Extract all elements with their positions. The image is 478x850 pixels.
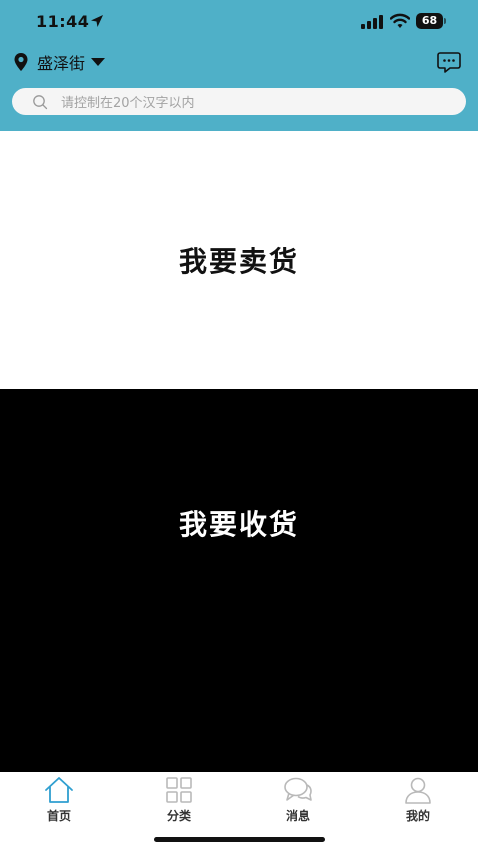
tab-mine-label: 我的 (405, 809, 430, 823)
cellular-signal-icon (361, 15, 383, 29)
sell-goods-label: 我要卖货 (178, 245, 299, 278)
home-indicator (154, 837, 325, 842)
tab-category[interactable]: 分类 (139, 776, 219, 824)
tab-home[interactable]: 首页 (19, 776, 99, 824)
status-time: 11:44 (36, 12, 90, 31)
chat-bubbles-icon (284, 777, 312, 801)
tab-messages-label: 消息 (285, 809, 310, 823)
tab-category-label: 分类 (166, 809, 191, 823)
location-name: 盛泽街 (37, 54, 86, 73)
location-arrow-icon (91, 15, 103, 27)
location-selector[interactable]: 盛泽街 (13, 50, 106, 74)
tab-mine[interactable]: 我的 (378, 776, 458, 824)
home-icon (45, 777, 73, 803)
tab-home-label: 首页 (46, 809, 71, 823)
app-header: 11:44 68 盛泽街 请控制在20个汉字以内 (0, 0, 478, 131)
battery-icon: 68 (416, 13, 446, 30)
battery-level: 68 (416, 13, 443, 29)
caret-down-icon (91, 58, 106, 66)
tab-messages[interactable]: 消息 (258, 776, 338, 824)
search-icon (33, 94, 48, 109)
receive-goods-button[interactable]: 我要收货 (0, 389, 478, 772)
grid-icon (166, 777, 192, 803)
map-pin-icon (14, 53, 28, 71)
search-input[interactable]: 请控制在20个汉字以内 (61, 92, 195, 111)
wifi-icon (390, 13, 410, 28)
search-bar[interactable]: 请控制在20个汉字以内 (12, 88, 466, 115)
message-icon[interactable] (437, 51, 461, 73)
receive-goods-label: 我要收货 (178, 508, 299, 541)
sell-goods-button[interactable]: 我要卖货 (0, 131, 478, 389)
user-icon (405, 777, 431, 804)
status-bar: 11:44 68 (0, 0, 478, 44)
